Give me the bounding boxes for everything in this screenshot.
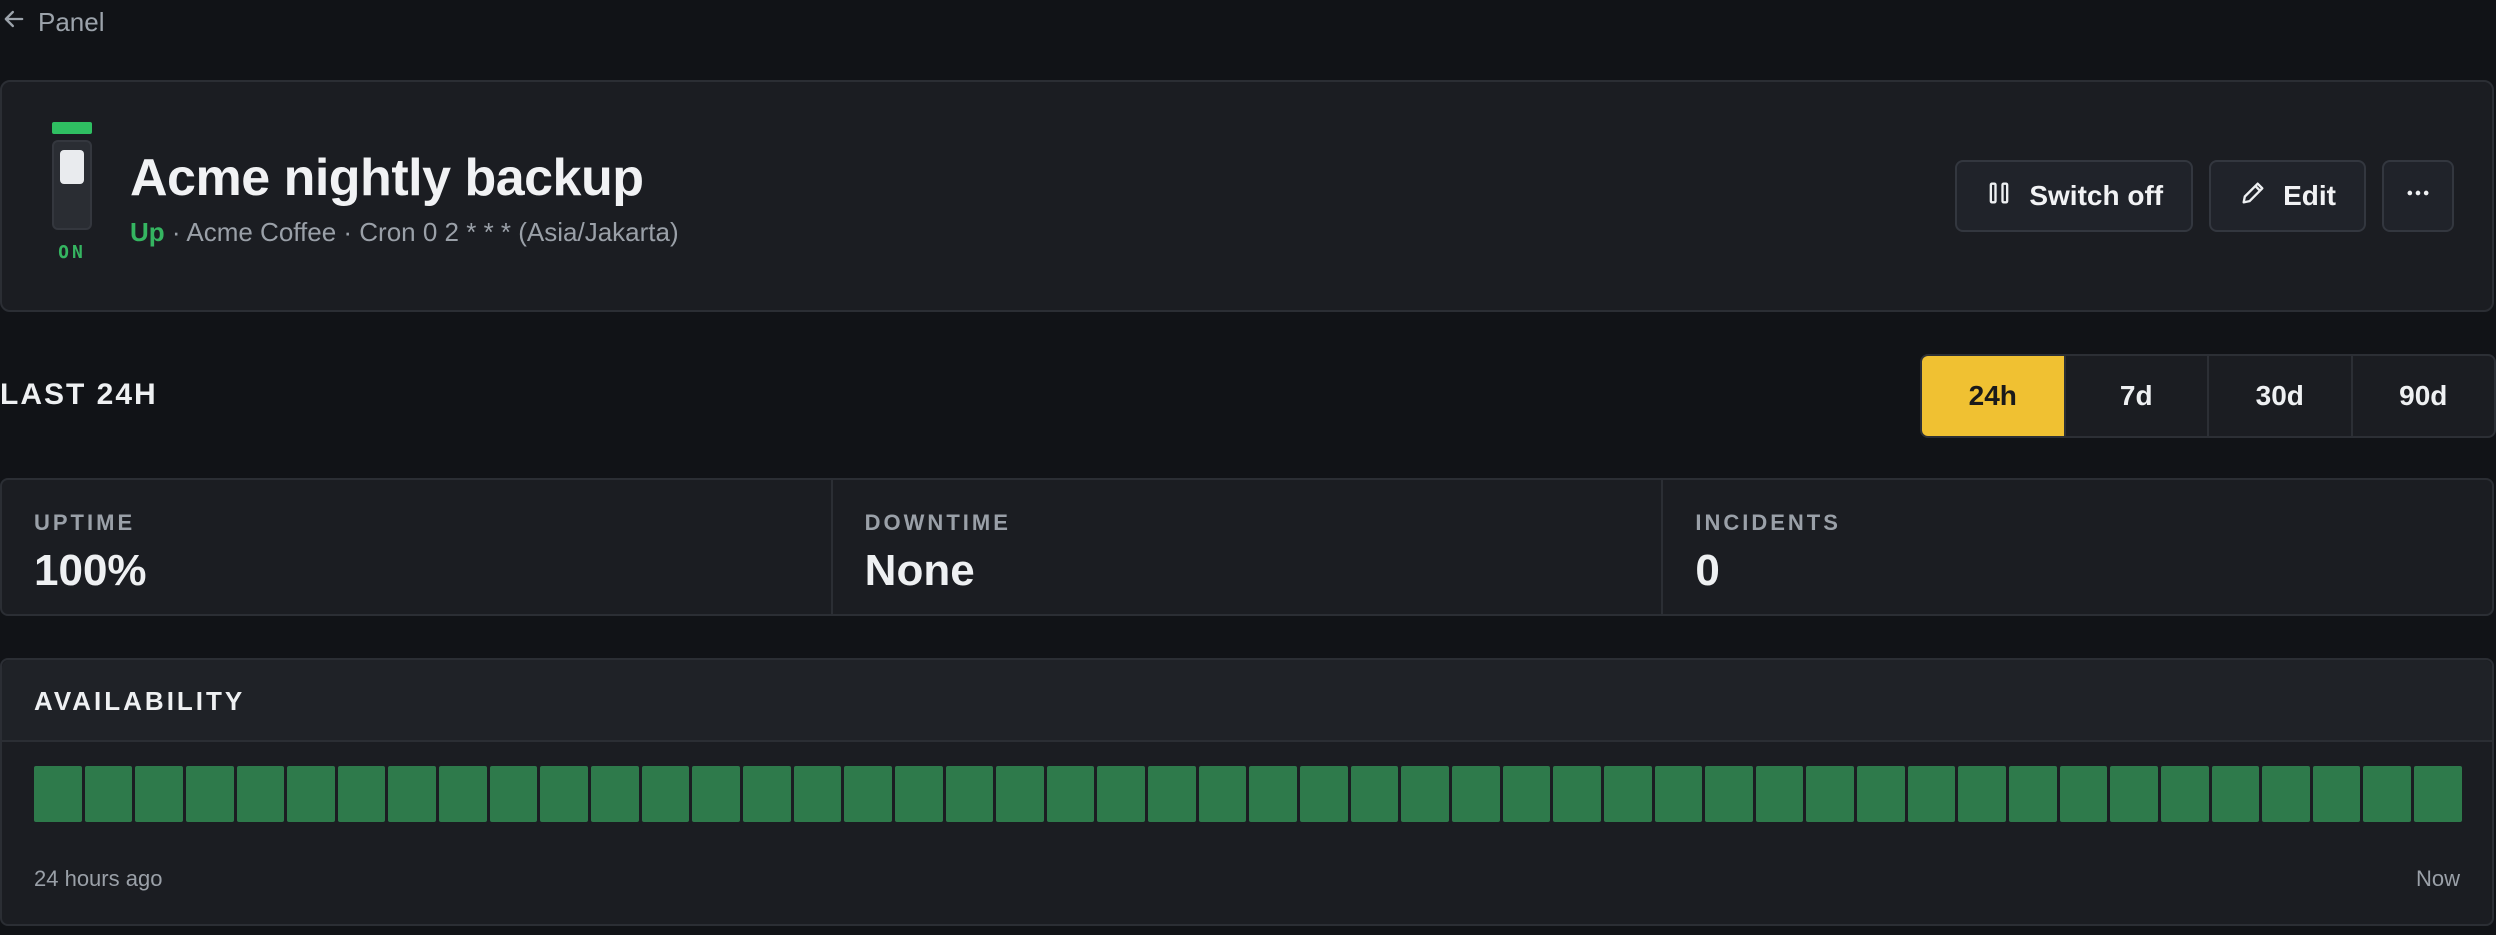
more-button[interactable]	[2382, 160, 2454, 232]
availability-bar[interactable]	[1553, 766, 1601, 822]
availability-start-label: 24 hours ago	[34, 866, 163, 891]
availability-bar[interactable]	[1300, 766, 1348, 822]
availability-bar[interactable]	[1958, 766, 2006, 822]
arrow-left-icon	[0, 5, 28, 40]
availability-bar[interactable]	[287, 766, 335, 822]
stat-label: DOWNTIME	[864, 510, 1011, 535]
range-option-90d[interactable]: 90d	[2350, 356, 2495, 436]
availability-bar[interactable]	[1907, 766, 1956, 822]
range-option-7d[interactable]: 7d	[2063, 356, 2208, 436]
availability-bar[interactable]	[844, 766, 892, 822]
stat-uptime: UPTIME 100%	[2, 480, 831, 614]
status-led	[52, 122, 92, 134]
range-option-24h[interactable]: 24h	[1922, 356, 2064, 436]
availability-bar[interactable]	[185, 766, 234, 822]
availability-bar[interactable]	[742, 766, 791, 822]
availability-bar[interactable]	[1755, 766, 1804, 822]
availability-bar[interactable]	[2414, 766, 2462, 822]
availability-bar[interactable]	[641, 766, 690, 822]
availability-bar[interactable]	[2211, 766, 2260, 822]
range-option-30d[interactable]: 30d	[2207, 356, 2351, 436]
stat-value: None	[864, 546, 975, 595]
availability-bar[interactable]	[2110, 766, 2158, 822]
stat-incidents: INCIDENTS 0	[1661, 480, 2492, 614]
switch-off-label: Switch off	[2029, 180, 2164, 211]
availability-bar[interactable]	[388, 766, 437, 822]
stats-panel: UPTIME 100% DOWNTIME None INCIDENTS 0	[0, 478, 2494, 616]
availability-bar[interactable]	[1857, 766, 1905, 822]
toggle-state-label: ON	[58, 242, 86, 263]
pencil-icon	[2239, 179, 2267, 214]
edit-button[interactable]: Edit	[2209, 160, 2366, 232]
availability-bar[interactable]	[692, 766, 740, 822]
availability-bar[interactable]	[1654, 766, 1703, 822]
toggle-knob	[60, 150, 84, 184]
availability-bar[interactable]	[84, 766, 133, 822]
monitor-subtitle: Up · Acme Coffee · Cron 0 2 * * * (Asia/…	[130, 217, 679, 248]
stat-label: INCIDENTS	[1695, 510, 1841, 535]
availability-bar[interactable]	[2262, 766, 2310, 822]
range-label: LAST 24H	[0, 378, 158, 411]
back-label: Panel	[38, 6, 105, 37]
availability-bar[interactable]	[945, 766, 994, 822]
edit-label: Edit	[2283, 180, 2336, 211]
page-title: Acme nightly backup	[130, 149, 644, 207]
availability-bar[interactable]	[439, 766, 487, 822]
availability-bars	[34, 766, 2462, 822]
availability-bar[interactable]	[2312, 766, 2361, 822]
availability-bar[interactable]	[135, 766, 183, 822]
monitor-header: ON Acme nightly backup Up · Acme Coffee …	[0, 80, 2494, 312]
range-selector: 24h 7d 30d 90d	[1920, 354, 2496, 438]
stat-downtime: DOWNTIME None	[830, 480, 1662, 614]
availability-bar[interactable]	[591, 766, 639, 822]
availability-bar[interactable]	[489, 766, 538, 822]
availability-panel: AVAILABILITY 24 hours ago Now	[0, 658, 2494, 926]
availability-header: AVAILABILITY	[2, 660, 2492, 742]
availability-bar[interactable]	[894, 766, 943, 822]
availability-bar[interactable]	[793, 766, 842, 822]
availability-bar[interactable]	[236, 766, 285, 822]
availability-bar[interactable]	[1198, 766, 1247, 822]
availability-bar[interactable]	[2363, 766, 2412, 822]
monitor-meta: · Acme Coffee · Cron 0 2 * * * (Asia/Jak…	[171, 217, 679, 247]
availability-bar[interactable]	[337, 766, 386, 822]
availability-bar[interactable]	[1401, 766, 1449, 822]
availability-bar[interactable]	[1046, 766, 1095, 822]
stat-value: 100%	[34, 546, 147, 595]
availability-bar[interactable]	[1148, 766, 1196, 822]
availability-bar[interactable]	[2059, 766, 2108, 822]
header-actions: Switch off Edit	[1955, 160, 2454, 232]
availability-bar[interactable]	[1451, 766, 1500, 822]
availability-bar[interactable]	[1097, 766, 1146, 822]
availability-end-label: Now	[2415, 866, 2460, 891]
availability-title: AVAILABILITY	[34, 686, 246, 716]
back-link[interactable]: Panel	[0, 4, 105, 40]
availability-bar[interactable]	[1806, 766, 1855, 822]
status-text: Up	[130, 217, 165, 247]
ellipsis-icon	[2404, 179, 2432, 214]
availability-bar[interactable]	[996, 766, 1044, 822]
availability-bar[interactable]	[540, 766, 589, 822]
availability-bar[interactable]	[1249, 766, 1298, 822]
availability-bar[interactable]	[2160, 766, 2209, 822]
pause-icon	[1985, 179, 2013, 214]
switch-off-button[interactable]: Switch off	[1955, 160, 2194, 232]
stat-value: 0	[1695, 546, 1720, 595]
toggle-body	[52, 140, 92, 230]
availability-bar[interactable]	[1603, 766, 1652, 822]
availability-bar[interactable]	[2008, 766, 2057, 822]
power-toggle[interactable]	[50, 122, 94, 230]
stat-label: UPTIME	[34, 510, 136, 535]
availability-bar[interactable]	[34, 766, 82, 822]
availability-bar[interactable]	[1705, 766, 1753, 822]
availability-bar[interactable]	[1350, 766, 1399, 822]
availability-bar[interactable]	[1502, 766, 1551, 822]
